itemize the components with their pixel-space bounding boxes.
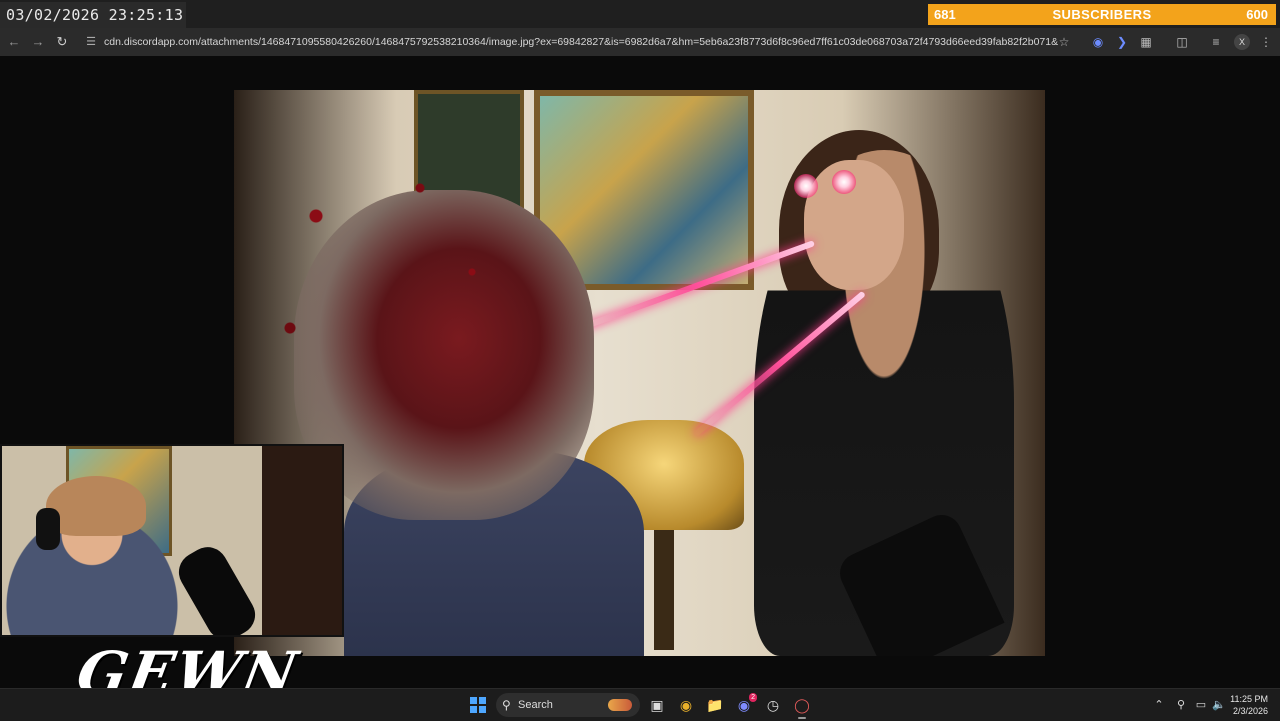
kebab-menu-icon[interactable]: ⋮ (1258, 34, 1274, 50)
address-bar[interactable]: cdn.discordapp.com/attachments/146847109… (104, 34, 1058, 50)
search-icon: ⚲ (502, 698, 511, 712)
webcam-overlay (0, 444, 344, 637)
microphone-icon[interactable]: ⚲ (1174, 698, 1188, 712)
file-explorer-icon[interactable]: 📁 (706, 696, 724, 714)
windows-start-icon[interactable] (470, 697, 486, 713)
split-view-icon[interactable]: ◫ (1174, 34, 1190, 50)
subscriber-label: SUBSCRIBERS (1052, 7, 1152, 22)
displayed-image (234, 90, 1045, 656)
discord-icon[interactable]: ◉ 2 (735, 693, 757, 714)
puzzle-icon[interactable]: ▦ (1138, 34, 1154, 50)
display-icon[interactable]: ▭ (1194, 698, 1208, 712)
reload-icon[interactable]: ↻ (54, 34, 70, 50)
clock-app-icon[interactable]: ◷ (764, 696, 782, 714)
media-control-icon[interactable]: ≡ (1208, 34, 1224, 50)
taskbar-search[interactable]: ⚲ Search (496, 693, 640, 717)
blood-splatter (264, 160, 524, 440)
extension-icon[interactable]: ◉ (1090, 34, 1106, 50)
lamp-base (654, 530, 674, 650)
webcam-door (262, 446, 342, 635)
streamer-hair (46, 476, 146, 536)
profile-avatar[interactable]: X (1234, 34, 1250, 50)
taskbar: ⚲ Search ▣ ◉ 📁 ◉ 2 ◷ ◯ ⌃ ⚲ ▭ 🔈 11:25 PM 2… (0, 688, 1280, 721)
glowing-eye-right (832, 170, 856, 194)
site-info-icon[interactable]: ☰ (84, 35, 98, 49)
chevron-up-icon[interactable]: ⌃ (1152, 698, 1166, 712)
star-icon[interactable]: ☆ (1056, 34, 1072, 50)
subscriber-goal-bar: 681 SUBSCRIBERS 600 (928, 4, 1276, 25)
glowing-eye-left (794, 174, 818, 198)
chrome-icon[interactable]: ◉ (677, 696, 695, 714)
volume-icon[interactable]: 🔈 (1212, 698, 1226, 712)
subscriber-goal: 600 (1246, 7, 1268, 22)
system-date: 2/3/2026 (1232, 706, 1268, 716)
search-highlight-icon (608, 699, 632, 711)
forward-arrow-icon[interactable]: → (30, 34, 46, 50)
task-view-icon[interactable]: ▣ (648, 696, 666, 714)
browser-toolbar: ← → ↻ ☰ cdn.discordapp.com/attachments/1… (0, 28, 1280, 56)
system-time: 11:25 PM (1230, 694, 1268, 704)
system-clock[interactable]: 11:25 PM 2/3/2026 (1230, 693, 1268, 717)
obs-icon[interactable]: ◯ (793, 696, 811, 719)
stream-clock-overlay: 03/02/2026 23:25:13 (0, 2, 186, 28)
headset-icon (36, 508, 60, 550)
audio-extension-icon[interactable]: ❯ (1114, 34, 1130, 50)
discord-badge: 2 (749, 693, 757, 702)
search-label: Search (518, 699, 553, 711)
back-arrow-icon[interactable]: ← (6, 34, 22, 50)
